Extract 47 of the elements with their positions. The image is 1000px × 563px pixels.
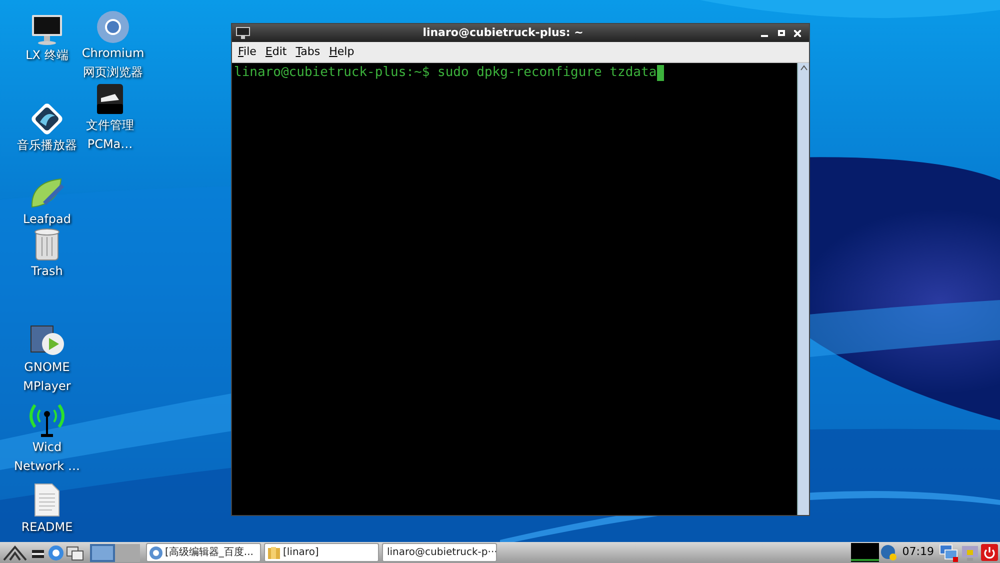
menu-item[interactable]: Edit xyxy=(265,44,287,60)
cursor xyxy=(656,65,664,81)
icon-label[interactable]: GNOME xyxy=(24,358,70,377)
task-button[interactable]: [高级编辑器_百度... xyxy=(146,543,261,562)
leaf-pencil-icon xyxy=(29,176,65,210)
browser-icon xyxy=(96,10,130,44)
icon-label[interactable]: PCMa… xyxy=(87,135,133,154)
input-method-icon[interactable] xyxy=(881,544,898,560)
icon-label[interactable]: 文件管理 xyxy=(86,116,134,135)
network-icon[interactable] xyxy=(939,544,959,562)
scrollbar[interactable] xyxy=(797,63,809,515)
folder-icon xyxy=(267,546,281,560)
icon-label[interactable]: 网页浏览器 xyxy=(83,63,143,82)
icon-label[interactable]: 音乐播放器 xyxy=(17,136,77,155)
task-button[interactable]: linaro@cubietruck-p··· xyxy=(382,543,497,562)
video-play-icon xyxy=(29,324,65,358)
start-menu-icon[interactable] xyxy=(2,544,28,560)
browser-icon xyxy=(149,546,163,560)
menu-item[interactable]: Tabs xyxy=(296,44,320,60)
menu-item[interactable]: Help xyxy=(329,44,354,60)
task-button[interactable]: [linaro] xyxy=(264,543,379,562)
close-icon[interactable] xyxy=(794,30,801,36)
file-cabinet-icon xyxy=(95,82,125,116)
minimize-icon[interactable] xyxy=(761,34,768,36)
icon-label[interactable]: LX 终端 xyxy=(26,46,68,65)
monitor-icon xyxy=(236,27,250,39)
desktop-pager[interactable] xyxy=(90,544,115,562)
command-line: linaro@cubietruck-plus:~$ sudo dpkg-reconfigure tzdata xyxy=(234,64,657,82)
icon-label[interactable]: README xyxy=(21,518,73,537)
icon-label[interactable]: MPlayer xyxy=(23,377,71,396)
scroll-up-icon[interactable] xyxy=(798,63,808,73)
menu-item[interactable]: File xyxy=(238,44,256,60)
clock[interactable]: 07:19 xyxy=(902,544,934,561)
monitor-icon xyxy=(30,12,64,46)
icon-label[interactable]: Network … xyxy=(14,457,80,476)
cpu-monitor-icon xyxy=(851,543,880,562)
window-title: linaro@cubietruck-plus: ~ xyxy=(422,24,584,41)
windows-icon[interactable] xyxy=(66,544,84,560)
trash-icon xyxy=(32,226,62,262)
icon-label[interactable]: Leafpad xyxy=(22,210,72,229)
browser-icon[interactable] xyxy=(48,544,64,560)
document-icon xyxy=(32,482,62,518)
icon-label[interactable]: Chromium xyxy=(82,44,144,63)
power-icon[interactable] xyxy=(981,544,998,561)
icon-label[interactable]: Trash xyxy=(31,262,63,281)
icon-label[interactable]: Wicd xyxy=(32,438,62,457)
maximize-icon[interactable] xyxy=(778,30,785,36)
